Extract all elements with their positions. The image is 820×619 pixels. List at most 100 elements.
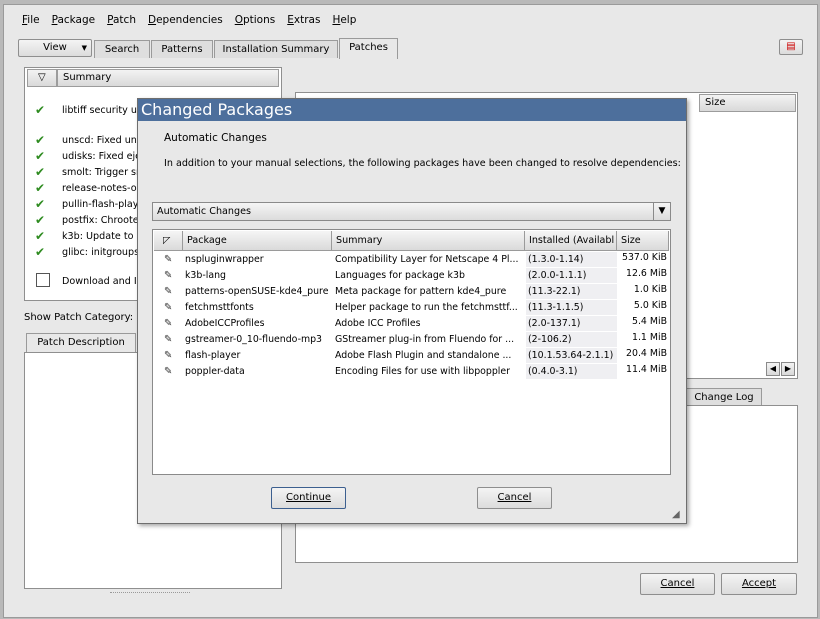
auto-install-icon[interactable]: ✎ bbox=[164, 254, 175, 265]
package-summary: Adobe Flash Plugin and standalone ... bbox=[335, 350, 512, 361]
resize-grip-icon[interactable]: ◢ bbox=[672, 509, 684, 521]
tab-patch-description[interactable]: Patch Description bbox=[26, 333, 136, 353]
package-size: 20.4 MiB bbox=[626, 348, 667, 359]
size-column-header[interactable]: Size bbox=[617, 231, 669, 251]
list-item[interactable]: release-notes-op bbox=[62, 183, 138, 194]
package-summary: Languages for package k3b bbox=[335, 270, 465, 281]
package-summary: Encoding Files for use with libpoppler bbox=[335, 366, 511, 377]
list-item[interactable]: smolt: Trigger sr bbox=[62, 167, 138, 178]
package-summary: Adobe ICC Profiles bbox=[335, 318, 421, 329]
package-name: patterns-openSUSE-kde4_pure bbox=[185, 286, 329, 297]
check-icon: ✔ bbox=[35, 245, 46, 259]
accept-button[interactable]: Accept bbox=[721, 573, 797, 595]
dialog-title: Changed Packages bbox=[138, 99, 686, 121]
patch-list-filter-header[interactable]: ▽ bbox=[27, 69, 57, 87]
list-item[interactable]: unscd: Fixed un bbox=[62, 135, 138, 146]
menu-dependencies[interactable]: Dependencies bbox=[148, 14, 223, 30]
installed-column-header[interactable]: Installed (Availabl bbox=[525, 231, 617, 251]
menu-options[interactable]: Options bbox=[235, 14, 276, 30]
tab-patterns[interactable]: Patterns bbox=[151, 40, 213, 58]
package-installed: (2.0-137.1) bbox=[526, 316, 617, 331]
package-name: nspluginwrapper bbox=[185, 254, 264, 265]
log-icon-button[interactable]: ▤ bbox=[779, 39, 803, 55]
check-icon: ✔ bbox=[35, 165, 46, 179]
auto-install-icon[interactable]: ✎ bbox=[164, 366, 175, 377]
dialog-cancel-button-label: Cancel bbox=[497, 492, 532, 503]
menu-package[interactable]: Package bbox=[52, 14, 96, 30]
list-item[interactable]: glibc: initgroups bbox=[62, 247, 138, 258]
package-column-header[interactable]: Package bbox=[183, 231, 332, 251]
tab-change-log[interactable]: Change Log bbox=[686, 388, 762, 406]
summary-column-header[interactable]: Summary bbox=[332, 231, 525, 251]
continue-button[interactable]: Continue bbox=[271, 487, 346, 509]
auto-install-icon[interactable]: ✎ bbox=[164, 286, 175, 297]
auto-install-icon[interactable]: ✎ bbox=[164, 302, 175, 313]
chevron-down-icon: ▼ bbox=[653, 203, 670, 220]
list-item[interactable]: Download and I bbox=[62, 276, 138, 287]
check-icon: ✔ bbox=[35, 181, 46, 195]
package-installed: (10.1.53.64-2.1.1) bbox=[526, 348, 617, 363]
menu-help[interactable]: Help bbox=[332, 14, 356, 30]
dialog-cancel-button[interactable]: Cancel bbox=[477, 487, 552, 509]
dialog-message: In addition to your manual selections, t… bbox=[164, 158, 681, 169]
changes-filter-select[interactable]: Automatic Changes ▼ bbox=[152, 202, 671, 221]
package-name: poppler-data bbox=[185, 366, 245, 377]
scroll-right-button[interactable]: ▶ bbox=[781, 362, 795, 376]
scroll-left-button[interactable]: ◀ bbox=[766, 362, 780, 376]
package-summary: Meta package for pattern kde4_pure bbox=[335, 286, 507, 297]
list-item[interactable]: k3b: Update to 2 bbox=[62, 231, 138, 242]
size-column-header[interactable]: Size bbox=[699, 94, 796, 112]
check-icon: ✔ bbox=[35, 133, 46, 147]
check-icon: ✔ bbox=[35, 213, 46, 227]
package-size: 1.1 MiB bbox=[631, 332, 667, 343]
package-installed: (0.4.0-3.1) bbox=[526, 364, 617, 379]
changed-packages-table: ◸ Package Summary Installed (Availabl Si… bbox=[152, 229, 671, 475]
view-button[interactable]: View ▼ bbox=[18, 39, 92, 57]
menu-bar: File Package Patch Dependencies Options … bbox=[22, 14, 368, 30]
package-name: flash-player bbox=[185, 350, 241, 361]
status-column-header[interactable]: ◸ bbox=[154, 231, 183, 251]
package-name: fetchmsttfonts bbox=[185, 302, 254, 313]
patch-list-summary-header[interactable]: Summary bbox=[57, 69, 279, 87]
package-size: 11.4 MiB bbox=[626, 364, 667, 375]
list-item[interactable]: pullin-flash-play bbox=[62, 199, 138, 210]
resize-grip[interactable] bbox=[110, 592, 190, 595]
package-installed: (11.3-22.1) bbox=[526, 284, 617, 299]
accept-button-label: Accept bbox=[741, 578, 777, 589]
check-icon: ✔ bbox=[35, 103, 46, 117]
package-size: 12.6 MiB bbox=[626, 268, 667, 279]
check-icon: ✔ bbox=[35, 149, 46, 163]
package-installed: (2-106.2) bbox=[526, 332, 617, 347]
menu-extras[interactable]: Extras bbox=[287, 14, 320, 30]
package-name: AdobeICCProfiles bbox=[185, 318, 265, 329]
cancel-button-label: Cancel bbox=[660, 578, 695, 589]
auto-install-icon[interactable]: ✎ bbox=[164, 318, 175, 329]
package-summary: GStreamer plug-in from Fluendo for ... bbox=[335, 334, 515, 345]
menu-file[interactable]: File bbox=[22, 14, 40, 30]
package-installed: (2.0.0-1.1.1) bbox=[526, 268, 617, 283]
auto-install-icon[interactable]: ✎ bbox=[164, 270, 175, 281]
check-icon: ✔ bbox=[35, 197, 46, 211]
view-button-label: View bbox=[43, 42, 67, 53]
list-item[interactable]: udisks: Fixed eje bbox=[62, 151, 138, 162]
list-item[interactable]: postfix: Chrooted bbox=[62, 215, 138, 226]
list-item[interactable]: libtiff security up bbox=[62, 105, 138, 116]
dialog-heading: Automatic Changes bbox=[164, 132, 267, 144]
tab-installation-summary[interactable]: Installation Summary bbox=[214, 40, 338, 58]
cancel-button[interactable]: Cancel bbox=[640, 573, 715, 595]
auto-install-icon[interactable]: ✎ bbox=[164, 350, 175, 361]
filter-icon: ▽ bbox=[38, 72, 46, 83]
menu-patch[interactable]: Patch bbox=[107, 14, 136, 30]
auto-install-icon[interactable]: ✎ bbox=[164, 334, 175, 345]
tab-search[interactable]: Search bbox=[94, 40, 150, 58]
package-name: gstreamer-0_10-fluendo-mp3 bbox=[185, 334, 323, 345]
package-installed: (11.3-1.1.5) bbox=[526, 300, 617, 315]
changed-packages-dialog: Changed Packages Automatic Changes In ad… bbox=[137, 98, 687, 524]
tab-patches[interactable]: Patches bbox=[339, 38, 398, 59]
package-name: k3b-lang bbox=[185, 270, 226, 281]
check-icon: ✔ bbox=[35, 229, 46, 243]
show-patch-category-label: Show Patch Category: bbox=[24, 312, 134, 323]
download-checkbox[interactable] bbox=[36, 273, 50, 287]
package-installed: (1.3.0-1.14) bbox=[526, 252, 617, 267]
package-size: 5.0 KiB bbox=[633, 300, 667, 311]
